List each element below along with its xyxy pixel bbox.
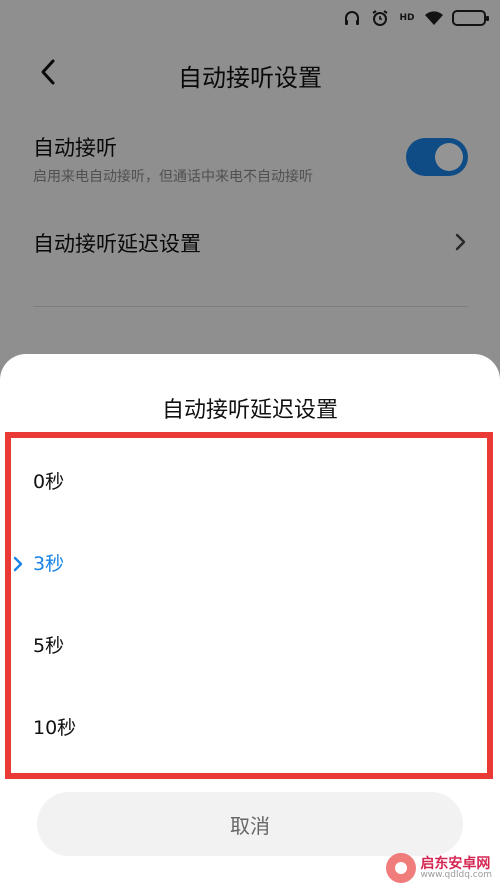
cancel-button[interactable]: 取消 bbox=[37, 792, 463, 856]
watermark-logo-icon bbox=[386, 853, 417, 883]
watermark-url: www.qdldq.com bbox=[420, 869, 492, 880]
watermark: 启东安卓网 www.qdldq.com bbox=[386, 853, 492, 883]
sheet-title: 自动接听延迟设置 bbox=[161, 398, 338, 423]
annotation-highlight-box bbox=[5, 432, 493, 779]
watermark-name: 启东安卓网 bbox=[420, 855, 491, 872]
watermark-text: 启东安卓网 www.qdldq.com bbox=[420, 857, 492, 880]
